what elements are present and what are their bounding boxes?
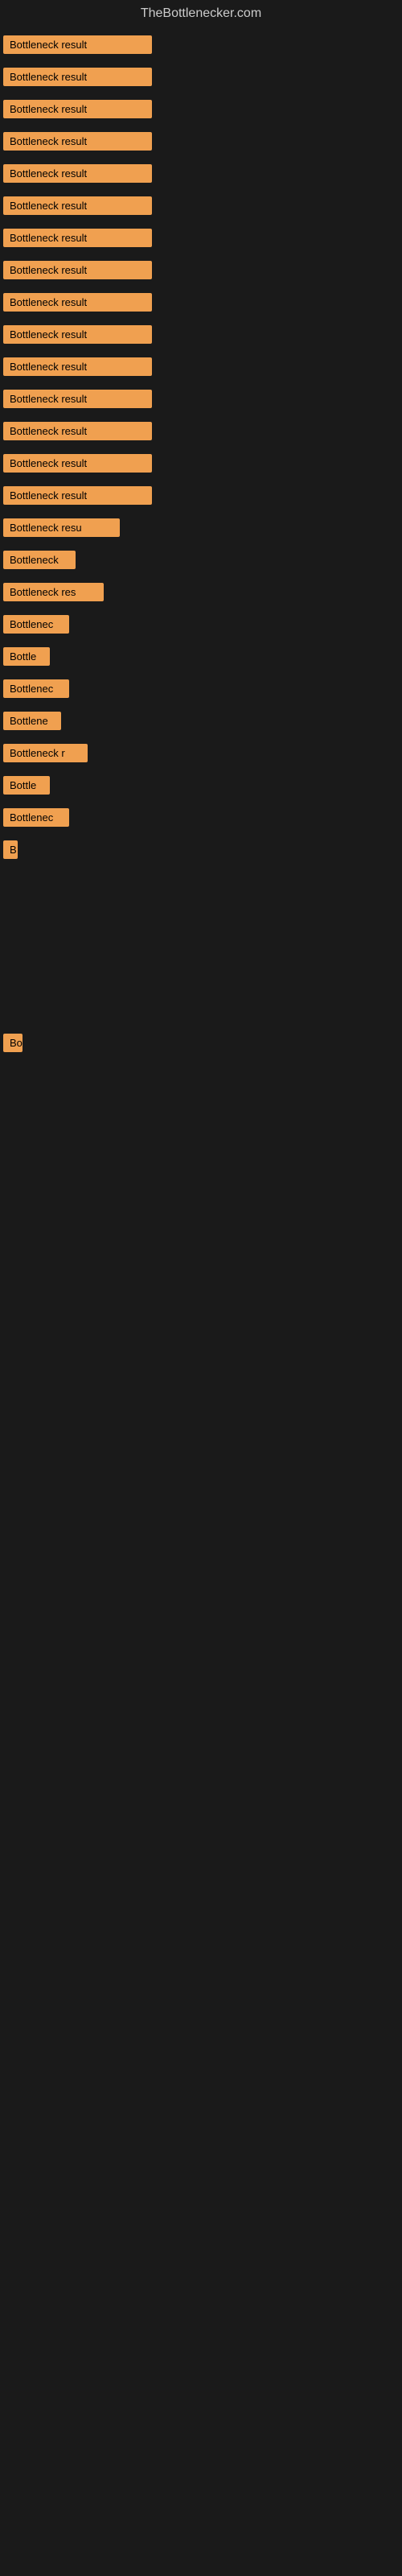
list-item: Bottleneck result xyxy=(2,288,400,320)
list-item: Bottleneck result xyxy=(2,417,400,449)
list-item xyxy=(2,1141,400,1182)
list-item: Bottleneck result xyxy=(2,353,400,385)
bottleneck-badge[interactable]: Bottleneck result xyxy=(3,390,152,408)
list-item: Bottleneck result xyxy=(2,95,400,127)
list-item: Bottlenec xyxy=(2,803,400,836)
list-item xyxy=(2,1222,400,1262)
bottleneck-badge[interactable]: Bottleneck r xyxy=(3,744,88,762)
list-item: Bottleneck result xyxy=(2,320,400,353)
bottleneck-badge[interactable]: Bo xyxy=(3,1034,23,1052)
bottleneck-badge[interactable]: Bottleneck result xyxy=(3,325,152,344)
list-item: Bottleneck result xyxy=(2,385,400,417)
bottleneck-badge[interactable]: Bottleneck result xyxy=(3,261,152,279)
list-item: Bottleneck result xyxy=(2,63,400,95)
bottleneck-badge[interactable]: Bottleneck result xyxy=(3,229,152,247)
site-title: TheBottlenecker.com xyxy=(0,0,402,27)
list-item: Bottlenec xyxy=(2,610,400,642)
bottleneck-list: Bottleneck result Bottleneck result Bottle… xyxy=(0,27,402,1306)
list-item: Bottleneck r xyxy=(2,739,400,771)
bottleneck-badge[interactable]: Bottleneck result xyxy=(3,486,152,505)
bottleneck-badge[interactable]: Bottle xyxy=(3,647,50,666)
list-item: Bottleneck result xyxy=(2,224,400,256)
list-item xyxy=(2,1182,400,1222)
list-item xyxy=(2,1101,400,1141)
list-item: Bottleneck result xyxy=(2,481,400,514)
bottleneck-badge[interactable]: Bottleneck result xyxy=(3,164,152,183)
list-item xyxy=(2,1262,400,1302)
list-item: B xyxy=(2,836,400,868)
list-item: Bottleneck result xyxy=(2,31,400,63)
list-item: Bottleneck result xyxy=(2,159,400,192)
list-item xyxy=(2,989,400,1029)
list-item xyxy=(2,908,400,948)
list-item: Bottleneck result xyxy=(2,256,400,288)
list-item xyxy=(2,868,400,908)
bottleneck-badge[interactable]: Bottleneck result xyxy=(3,196,152,215)
bottleneck-badge[interactable]: Bottleneck result xyxy=(3,293,152,312)
bottleneck-badge[interactable]: Bottleneck result xyxy=(3,357,152,376)
list-item xyxy=(2,948,400,989)
list-item: Bottleneck resu xyxy=(2,514,400,546)
bottleneck-badge[interactable]: Bottlenec xyxy=(3,679,69,698)
list-item: Bottleneck result xyxy=(2,192,400,224)
list-item xyxy=(2,1061,400,1101)
list-item: Bottleneck result xyxy=(2,127,400,159)
list-item: Bottlenec xyxy=(2,675,400,707)
bottleneck-badge[interactable]: Bottleneck result xyxy=(3,422,152,440)
bottleneck-badge[interactable]: Bottlenec xyxy=(3,808,69,827)
bottleneck-badge[interactable]: Bottleneck result xyxy=(3,100,152,118)
bottleneck-badge[interactable]: Bottleneck result xyxy=(3,132,152,151)
bottleneck-badge[interactable]: Bottleneck res xyxy=(3,583,104,601)
bottleneck-badge[interactable]: Bottleneck resu xyxy=(3,518,120,537)
list-item: Bottle xyxy=(2,642,400,675)
site-header: TheBottlenecker.com xyxy=(0,0,402,27)
bottleneck-badge[interactable]: Bottleneck result xyxy=(3,35,152,54)
bottleneck-badge[interactable]: Bottlenec xyxy=(3,615,69,634)
bottleneck-badge[interactable]: Bottle xyxy=(3,776,50,795)
list-item: Bottleneck xyxy=(2,546,400,578)
list-item: Bottleneck res xyxy=(2,578,400,610)
bottleneck-badge[interactable]: Bottlene xyxy=(3,712,61,730)
bottleneck-badge[interactable]: Bottleneck xyxy=(3,551,76,569)
list-item: Bottle xyxy=(2,771,400,803)
list-item: Bo xyxy=(2,1029,400,1061)
bottleneck-badge[interactable]: Bottleneck result xyxy=(3,68,152,86)
list-item: Bottlene xyxy=(2,707,400,739)
list-item: Bottleneck result xyxy=(2,449,400,481)
bottleneck-badge[interactable]: Bottleneck result xyxy=(3,454,152,473)
bottleneck-badge[interactable]: B xyxy=(3,840,18,859)
